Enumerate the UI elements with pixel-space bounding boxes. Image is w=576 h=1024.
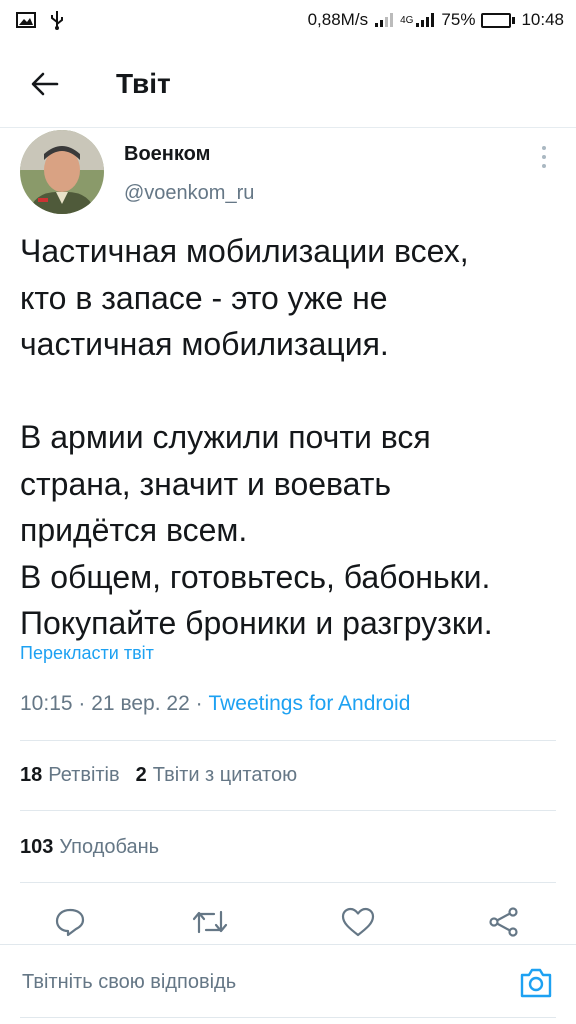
battery-percent: 75%: [441, 10, 476, 29]
reply-bar: [0, 944, 576, 1024]
likes-stat[interactable]: 103 Уподобань: [20, 836, 159, 859]
tweet-text-line: кто в запасе - это уже не: [20, 279, 388, 316]
likes-count: 103: [20, 836, 54, 858]
quotes-label: Твіти з цитатою: [152, 764, 298, 786]
author-handle[interactable]: @voenkom_ru: [124, 182, 254, 205]
meta-separator: ·: [78, 692, 86, 715]
share-button[interactable]: [482, 900, 526, 944]
status-bar-left: [16, 10, 64, 30]
tweet-text-line: Частичная мобилизации всех,: [20, 233, 469, 269]
camera-icon: [520, 968, 552, 998]
quotes-count: 2: [135, 764, 147, 786]
avatar-image: [20, 130, 104, 214]
like-icon: [341, 907, 375, 937]
image-notification-icon: [16, 12, 36, 28]
reply-input[interactable]: [22, 971, 482, 994]
retweet-icon: [192, 910, 228, 934]
arrow-left-icon: [31, 72, 59, 95]
status-bar: 0,88M/s 4G 75% 10:48: [0, 0, 576, 40]
like-stats: 103 Уподобань: [20, 836, 159, 859]
tweet-client-link[interactable]: Tweetings for Android: [208, 692, 410, 715]
tweet-time: 10:15: [20, 692, 73, 715]
tweet-text-line: В армии служили почти вся: [20, 419, 431, 455]
retweets-label: Ретвітів: [48, 764, 120, 786]
network-type: 4G: [400, 14, 414, 26]
author-name[interactable]: Военком: [124, 143, 210, 166]
battery-icon: [481, 12, 516, 28]
tweet-text-line: частичная мобилизация.: [20, 326, 389, 362]
divider: [20, 740, 556, 741]
network-speed: 0,88M/s: [307, 10, 369, 29]
reply-icon: [55, 908, 85, 937]
like-button[interactable]: [336, 900, 380, 944]
tweet-text-line: придётся всем.: [20, 512, 248, 548]
avatar[interactable]: [20, 130, 104, 214]
clock: 10:48: [521, 10, 564, 29]
tweet-actions: [0, 900, 576, 944]
page-title: Твіт: [116, 67, 171, 99]
retweet-stats: 18 Ретвітів 2 Твіти з цитатою: [20, 764, 297, 787]
app-header: Твіт: [0, 40, 576, 128]
likes-label: Уподобань: [59, 836, 160, 858]
tweet-date: 21 вер. 22: [91, 692, 190, 715]
more-options-icon[interactable]: [538, 146, 550, 168]
signal-icon: [374, 12, 394, 28]
reply-button[interactable]: [48, 900, 92, 944]
retweet-button[interactable]: [188, 900, 232, 944]
retweets-count: 18: [20, 764, 43, 786]
usb-icon: [50, 10, 64, 30]
back-button[interactable]: [0, 40, 90, 128]
tweet-text-line: В общем, готовьтесь, бабоньки.: [20, 558, 491, 595]
retweets-stat[interactable]: 18 Ретвітів: [20, 764, 120, 787]
status-bar-right: 0,88M/s 4G 75% 10:48: [308, 10, 564, 30]
reply-underline: [20, 1017, 556, 1018]
tweet-meta: 10:15 · 21 вер. 22 · Tweetings for Andro…: [20, 692, 410, 716]
tweet-text: Частичная мобилизации всех, кто в запасе…: [20, 228, 565, 647]
camera-button[interactable]: [518, 965, 554, 1001]
translate-tweet-link[interactable]: Перекласти твіт: [20, 643, 154, 664]
tweet-text-line: страна, значит и воевать: [20, 465, 392, 502]
meta-separator: ·: [195, 692, 203, 715]
divider: [20, 882, 556, 883]
tweet-text-line: Покупайте броники и разгрузки.: [20, 605, 493, 641]
share-icon: [489, 907, 518, 937]
quotes-stat[interactable]: 2 Твіти з цитатою: [136, 764, 297, 787]
divider: [20, 810, 556, 811]
signal-icon-2: [415, 12, 435, 28]
